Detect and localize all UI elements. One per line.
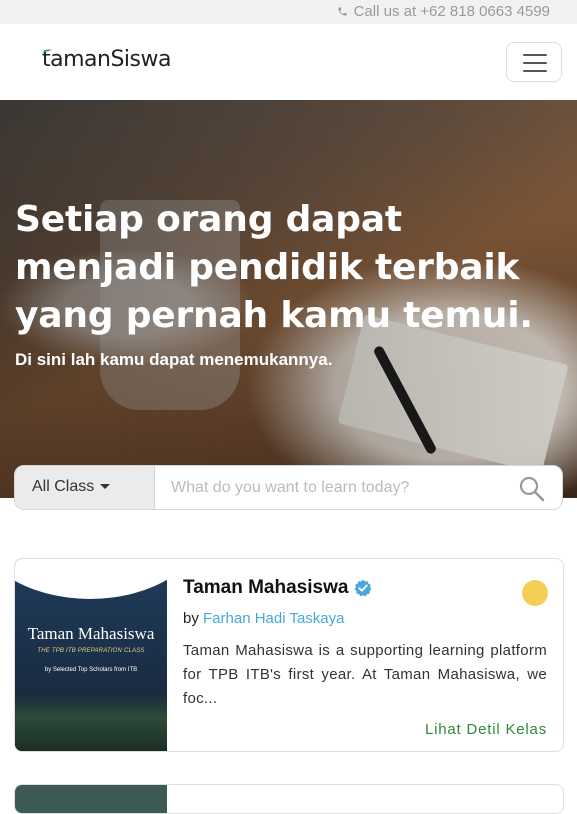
class-title[interactable]: Taman Mahasiswa [183,577,372,599]
phone-icon [337,7,347,16]
search-icon[interactable] [518,475,546,503]
menu-toggle-button[interactable] [506,42,562,82]
class-status-dot [522,580,548,606]
thumbnail-subtitle: THE TPB ITB PREPARATION CLASS [37,648,145,654]
by-label: by [183,610,199,627]
class-byline: by Farhan Hadi Taskaya [183,610,344,627]
main-navbar: tamanSiswa [0,24,577,100]
thumbnail-arc [15,559,167,599]
class-category-dropdown[interactable]: All Class [15,466,155,509]
hamburger-line [523,62,547,64]
class-search-bar: All Class [14,465,563,510]
taman-siswa-logo[interactable]: tamanSiswa [42,47,171,72]
logo-text: tamanSiswa [42,47,171,72]
class-card-next[interactable] [14,784,564,814]
thumbnail-trees [15,693,167,751]
hero-subheadline: Di sini lah kamu dapat menemukannya. [15,350,333,369]
author-link[interactable]: Farhan Hadi Taskaya [203,610,344,627]
category-selected-value: All Class [32,478,95,495]
hero-banner: Setiap orang dapat menjadi pendidik terb… [0,100,577,498]
class-thumbnail[interactable]: Taman Mahasiswa THE TPB ITB PREPARATION … [15,559,167,751]
call-us-link[interactable]: Call us at +62 818 0663 4599 [337,3,550,20]
verified-check-icon [355,579,372,597]
thumbnail-title: Taman Mahasiswa [27,624,155,643]
class-title-text: Taman Mahasiswa [183,577,349,598]
leaf-icon [42,49,52,54]
call-us-text: Call us at +62 818 0663 4599 [353,3,550,20]
class-card[interactable]: Taman Mahasiswa THE TPB ITB PREPARATION … [14,558,564,752]
hamburger-line [523,70,547,72]
hero-headline: Setiap orang dapat menjadi pendidik terb… [15,199,533,336]
hamburger-menu-icon [523,54,547,56]
caret-down-icon [100,484,111,490]
class-description: Taman Mahasiswa is a supporting learning… [183,642,547,707]
search-input[interactable] [171,477,511,499]
thumbnail-tagline: by Selected Top Scholars from ITB [44,667,138,673]
top-contact-bar: Call us at +62 818 0663 4599 [0,0,577,24]
class-thumbnail-next[interactable] [15,785,167,813]
view-class-detail-link[interactable]: Lihat Detil Kelas [425,721,547,738]
